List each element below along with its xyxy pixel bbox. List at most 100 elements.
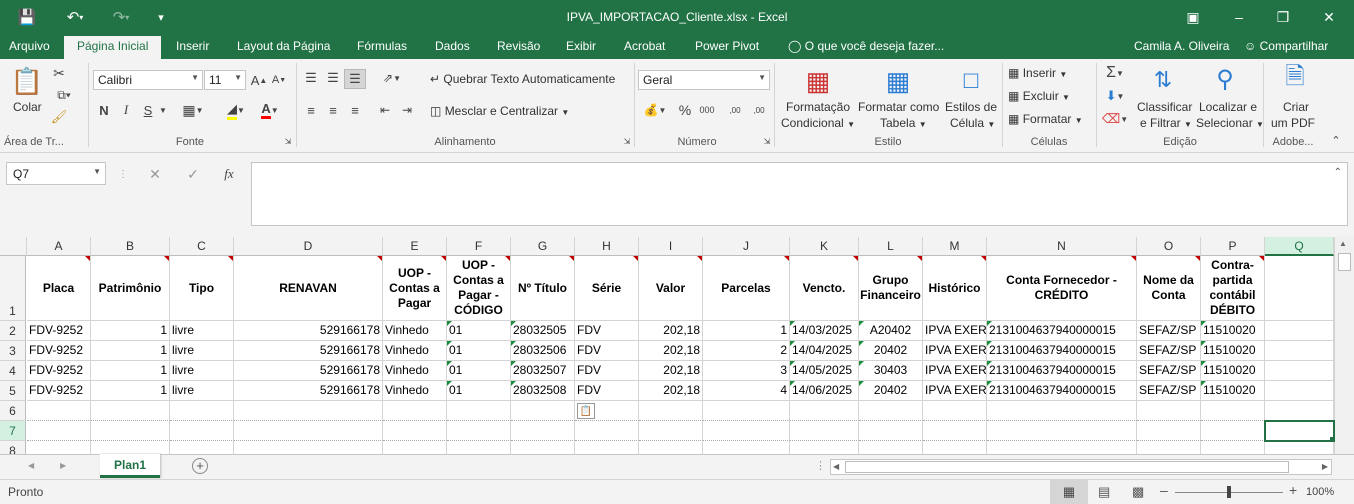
- tab-acrobat[interactable]: Acrobat: [624, 36, 665, 59]
- cell-styles-label-2[interactable]: Célula ▼: [950, 116, 995, 130]
- cell[interactable]: [1137, 421, 1201, 441]
- header-cell[interactable]: Placa: [27, 256, 91, 321]
- header-cell[interactable]: Tipo: [170, 256, 234, 321]
- conditional-formatting-label-2[interactable]: Condicional ▼: [781, 116, 855, 130]
- data-cell[interactable]: livre: [170, 321, 234, 341]
- cut-icon[interactable]: ✂: [50, 65, 68, 81]
- tab-formulas[interactable]: Fórmulas: [357, 36, 407, 59]
- insert-function-icon[interactable]: fx: [218, 165, 240, 183]
- split-handle-icon[interactable]: ⋮: [815, 459, 826, 472]
- cell-styles-icon[interactable]: □: [955, 65, 987, 97]
- data-cell[interactable]: FDV: [575, 381, 639, 401]
- data-cell[interactable]: 1: [703, 321, 790, 341]
- format-as-table-label-2[interactable]: Tabela ▼: [880, 116, 927, 130]
- data-cell[interactable]: FDV: [575, 341, 639, 361]
- data-cell[interactable]: livre: [170, 361, 234, 381]
- data-cell[interactable]: livre: [170, 381, 234, 401]
- percent-icon[interactable]: %: [676, 101, 694, 119]
- font-color-icon[interactable]: A ▼: [256, 101, 284, 119]
- format-as-table-label[interactable]: Formatar como: [858, 100, 939, 114]
- row-header-5[interactable]: 5: [0, 381, 26, 401]
- cell[interactable]: [575, 441, 639, 454]
- data-cell[interactable]: 11510020: [1201, 381, 1265, 401]
- data-cell[interactable]: 529166178: [234, 361, 383, 381]
- number-format-select[interactable]: Geral ▼: [638, 70, 770, 90]
- header-cell[interactable]: UOP - Contas a Pagar: [383, 256, 447, 321]
- column-header-e[interactable]: E: [383, 237, 447, 256]
- autosum-icon[interactable]: Σ ▼: [1100, 64, 1130, 82]
- cell[interactable]: [1201, 441, 1265, 454]
- format-as-table-icon[interactable]: ▦: [882, 65, 914, 97]
- cell[interactable]: [234, 421, 383, 441]
- cell[interactable]: [447, 421, 511, 441]
- tab-inserir[interactable]: Inserir: [176, 36, 209, 59]
- cell[interactable]: [234, 401, 383, 421]
- tab-exibir[interactable]: Exibir: [566, 36, 596, 59]
- data-cell[interactable]: 202,18: [639, 381, 703, 401]
- header-cell[interactable]: Nome da Conta: [1137, 256, 1201, 321]
- tab-power-pivot[interactable]: Power Pivot: [695, 36, 759, 59]
- data-cell[interactable]: 2131004637940000015: [987, 321, 1137, 341]
- cell[interactable]: [91, 401, 170, 421]
- cell[interactable]: [790, 441, 859, 454]
- cell[interactable]: [703, 421, 790, 441]
- data-cell[interactable]: Vinhedo: [383, 361, 447, 381]
- user-name[interactable]: Camila A. Oliveira: [1134, 36, 1229, 59]
- data-cell[interactable]: 2131004637940000015: [987, 361, 1137, 381]
- data-cell[interactable]: SEFAZ/SP -: [1137, 341, 1201, 361]
- scroll-up-icon[interactable]: ▲: [1339, 239, 1347, 248]
- data-cell[interactable]: Vinhedo: [383, 381, 447, 401]
- data-cell[interactable]: 1: [91, 321, 170, 341]
- data-cell[interactable]: 1: [91, 341, 170, 361]
- format-cells-button[interactable]: ▦ Formatar ▼: [1008, 112, 1083, 126]
- data-cell[interactable]: 28032507: [511, 361, 575, 381]
- collapse-ribbon-icon[interactable]: ⌃: [1328, 133, 1344, 147]
- align-right-icon[interactable]: ≡: [346, 101, 364, 119]
- align-bottom-icon[interactable]: ☰: [344, 69, 366, 89]
- header-cell[interactable]: Contra-partida contábil DÉBITO: [1201, 256, 1265, 321]
- data-cell[interactable]: [1265, 381, 1334, 401]
- data-cell[interactable]: 1: [91, 381, 170, 401]
- name-box[interactable]: Q7 ▼: [6, 162, 106, 185]
- merge-center-button[interactable]: ◫ Mesclar e Centralizar ▼: [430, 104, 569, 118]
- column-header-c[interactable]: C: [170, 237, 234, 256]
- tab-pagina-inicial[interactable]: Página Inicial: [64, 36, 162, 59]
- align-top-icon[interactable]: ☰: [302, 69, 320, 87]
- horizontal-scrollbar[interactable]: ◀ ▶: [830, 459, 1332, 475]
- comma-style-icon[interactable]: 000: [698, 101, 716, 119]
- data-cell[interactable]: 2131004637940000015: [987, 381, 1137, 401]
- header-cell[interactable]: Grupo Financeiro: [859, 256, 923, 321]
- column-header-h[interactable]: H: [575, 237, 639, 256]
- tab-arquivo[interactable]: Arquivo: [9, 36, 50, 59]
- create-pdf-label-2[interactable]: um PDF: [1271, 116, 1315, 130]
- page-break-view-icon[interactable]: ▩: [1132, 484, 1144, 500]
- dialog-launcher-icon[interactable]: ⇲: [622, 135, 632, 147]
- cell[interactable]: [511, 401, 575, 421]
- zoom-level[interactable]: 100%: [1306, 486, 1334, 498]
- header-cell[interactable]: Parcelas: [703, 256, 790, 321]
- data-cell[interactable]: 529166178: [234, 381, 383, 401]
- cell[interactable]: [447, 441, 511, 454]
- column-header-f[interactable]: F: [447, 237, 511, 256]
- data-cell[interactable]: [1265, 341, 1334, 361]
- column-header-n[interactable]: N: [987, 237, 1137, 256]
- cell[interactable]: [447, 401, 511, 421]
- minimize-icon[interactable]: –: [1222, 5, 1256, 29]
- cell[interactable]: [27, 421, 91, 441]
- cell[interactable]: [383, 421, 447, 441]
- cancel-icon[interactable]: ✕: [144, 165, 166, 183]
- column-header-j[interactable]: J: [703, 237, 790, 256]
- data-cell[interactable]: 202,18: [639, 361, 703, 381]
- cell[interactable]: [1137, 401, 1201, 421]
- column-header-k[interactable]: K: [790, 237, 859, 256]
- data-cell[interactable]: 20402: [859, 341, 923, 361]
- data-cell[interactable]: 30403: [859, 361, 923, 381]
- cell[interactable]: [1137, 441, 1201, 454]
- data-cell[interactable]: FDV-9252: [27, 341, 91, 361]
- underline-button[interactable]: S: [140, 101, 156, 119]
- create-pdf-icon[interactable]: 🗎: [1280, 63, 1310, 95]
- data-cell[interactable]: 529166178: [234, 341, 383, 361]
- scroll-sheets-left-icon[interactable]: ◀: [28, 461, 34, 470]
- data-cell[interactable]: 14/06/2025: [790, 381, 859, 401]
- data-cell[interactable]: [1265, 321, 1334, 341]
